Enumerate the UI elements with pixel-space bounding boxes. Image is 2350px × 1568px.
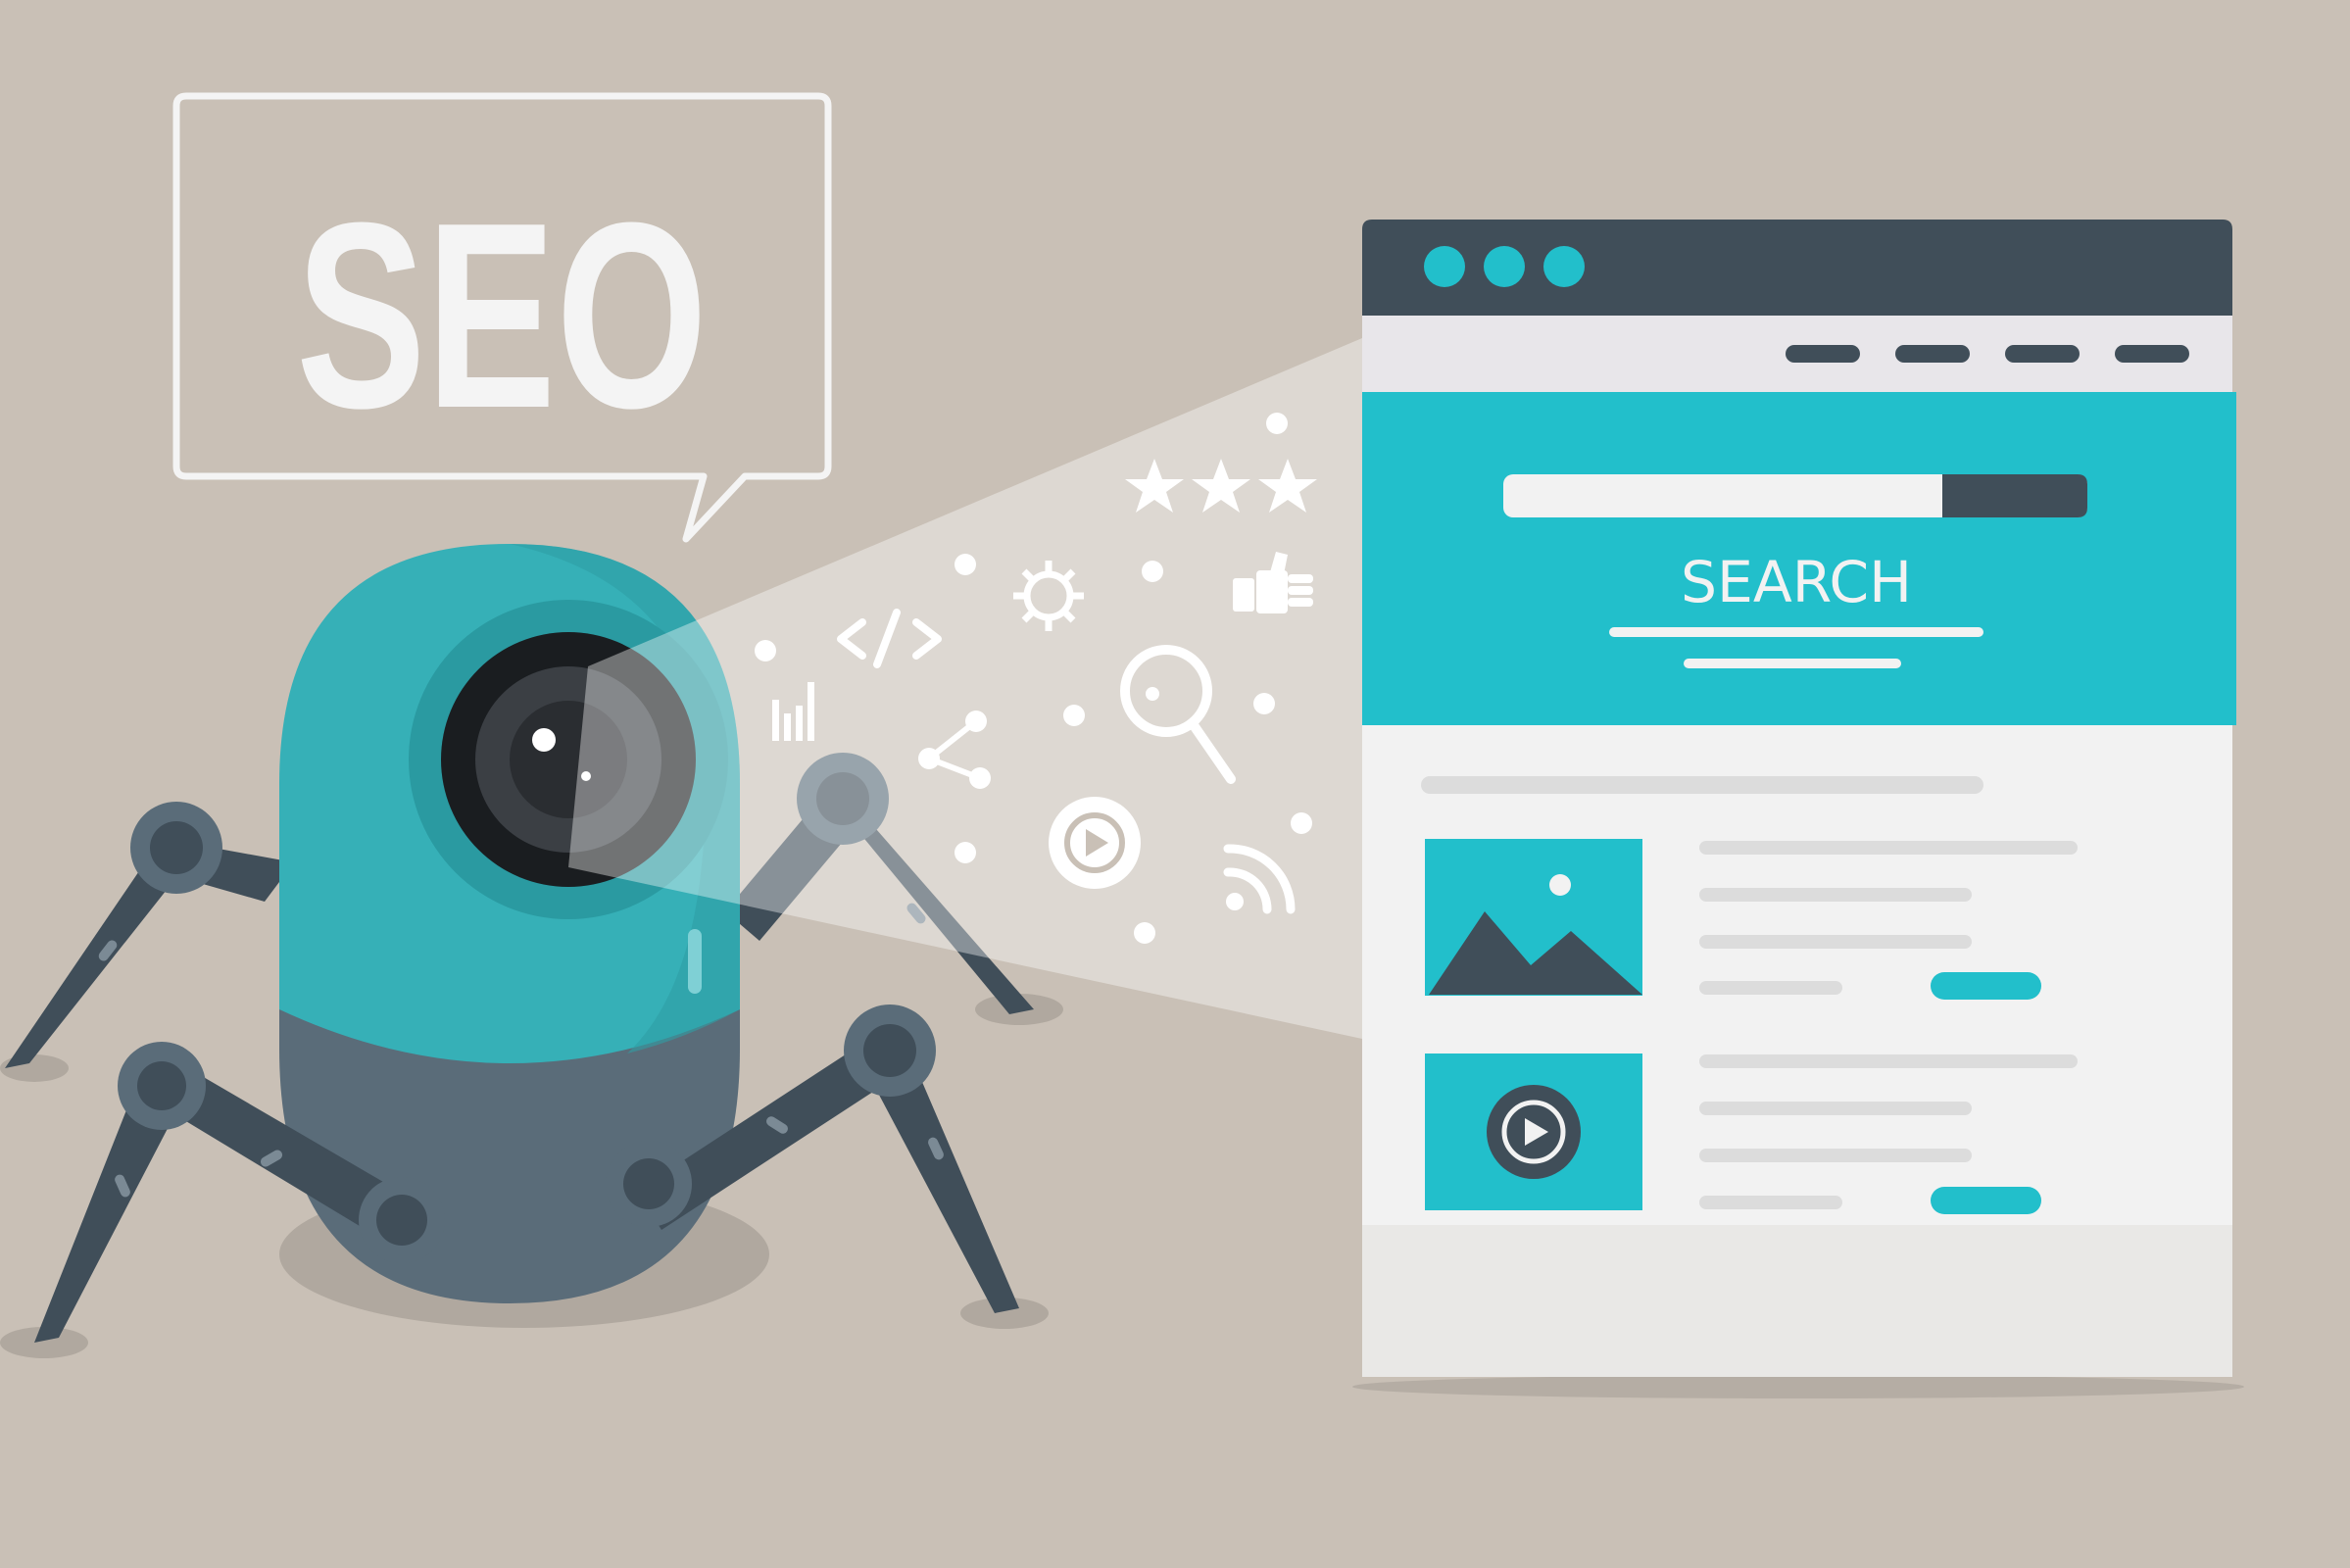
nav-item[interactable] [1895, 345, 1970, 363]
window-dot[interactable] [1484, 246, 1525, 287]
search-underline [1609, 627, 1983, 637]
search-underline-short [1684, 659, 1901, 668]
window-dot[interactable] [1424, 246, 1465, 287]
leg-shadow [0, 1054, 69, 1082]
read-more-button[interactable] [1931, 1187, 2041, 1214]
seo-title: SEO [296, 169, 708, 464]
window-dot[interactable] [1543, 246, 1585, 287]
read-more-button[interactable] [1931, 972, 2041, 1000]
nav-item[interactable] [2115, 345, 2189, 363]
nav-item[interactable] [2005, 345, 2080, 363]
image-sun [1549, 874, 1571, 896]
nav-item[interactable] [1786, 345, 1860, 363]
robot-slot [688, 929, 702, 994]
search-submit[interactable] [1942, 474, 2087, 517]
browser-window: SEARCH [1352, 220, 2244, 1398]
content-heading-placeholder [1421, 776, 1983, 794]
search-button-label[interactable]: SEARCH [1681, 549, 1912, 615]
seo-spider-robot-illustration: SEO SEARCH [0, 92, 2244, 1398]
play-icon [1049, 797, 1141, 889]
browser-shadow [1352, 1375, 2244, 1398]
speech-bubble: SEO [172, 92, 832, 543]
